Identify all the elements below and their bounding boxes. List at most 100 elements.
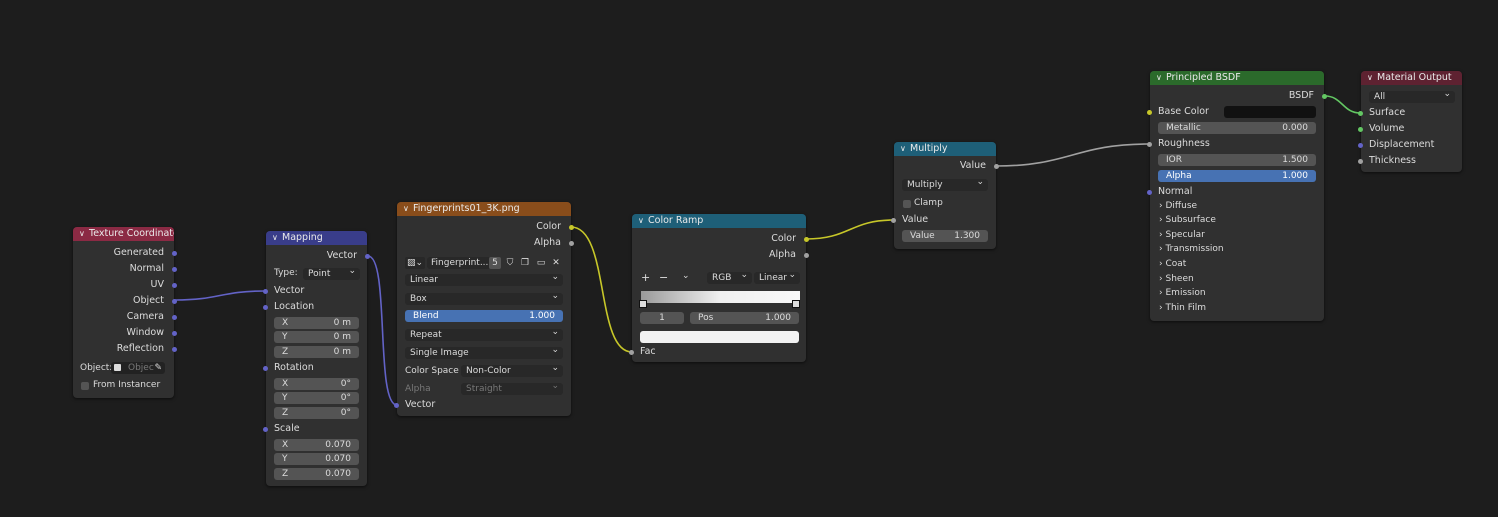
object-picker[interactable]: Objec ✎ <box>111 362 165 374</box>
alpha-field[interactable]: Alpha 1.000 <box>1158 170 1316 182</box>
node-header[interactable]: ∨ Fingerprints01_3K.png <box>397 202 571 216</box>
scale-z-field[interactable]: Z 0.070 <box>274 468 359 480</box>
output-socket[interactable] <box>172 250 177 256</box>
location-y-field[interactable]: Y 0 m <box>274 331 359 343</box>
input-socket[interactable] <box>1358 142 1363 148</box>
input-socket[interactable] <box>1147 141 1152 147</box>
add-stop-button[interactable]: + <box>641 271 650 284</box>
scale-y-field[interactable]: Y 0.070 <box>274 453 359 465</box>
panel-subsurface[interactable]: › Subsurface <box>1159 215 1216 225</box>
target-dropdown[interactable]: All <box>1369 91 1455 103</box>
collapse-chevron-icon[interactable]: ∨ <box>1156 71 1166 85</box>
location-x-field[interactable]: X 0 m <box>274 317 359 329</box>
input-socket[interactable] <box>263 365 268 371</box>
texture-coordinate-node[interactable]: ∨ Texture Coordinate Generated Normal UV … <box>73 227 177 398</box>
eyedropper-icon[interactable]: ✎ <box>154 362 162 374</box>
stop-color-swatch[interactable] <box>640 331 799 343</box>
metallic-field[interactable]: Metallic 0.000 <box>1158 122 1316 134</box>
output-socket[interactable] <box>172 282 177 288</box>
output-socket[interactable] <box>994 163 999 169</box>
blend-field[interactable]: Blend 1.000 <box>405 310 563 322</box>
output-socket[interactable] <box>172 314 177 320</box>
mapping-node[interactable]: ∨Mapping Vector Type: Point Vector Locat… <box>263 231 370 486</box>
input-socket[interactable] <box>1358 158 1363 164</box>
scale-x-field[interactable]: X 0.070 <box>274 439 359 451</box>
input-socket[interactable] <box>891 217 896 223</box>
output-socket[interactable] <box>804 252 809 258</box>
source-dropdown[interactable]: Single Image <box>405 347 563 359</box>
gradient-preview[interactable] <box>641 291 800 303</box>
type-dropdown[interactable]: Point <box>303 268 360 280</box>
duplicate-icon[interactable]: ❐ <box>519 257 531 269</box>
image-name-field[interactable]: Fingerprint... <box>427 257 491 269</box>
output-socket[interactable] <box>1322 93 1327 99</box>
remove-stop-button[interactable]: − <box>659 271 668 284</box>
math-multiply-node[interactable]: ∨Multiply Value Multiply Clamp Value Val… <box>891 142 999 249</box>
output-socket[interactable] <box>172 298 177 304</box>
node-header[interactable]: ∨ Material Output <box>1361 71 1462 85</box>
panel-emission[interactable]: › Emission <box>1159 288 1206 298</box>
node-header[interactable]: ∨ Principled BSDF <box>1150 71 1324 85</box>
open-folder-icon[interactable]: ▭ <box>534 257 548 269</box>
output-socket[interactable] <box>569 224 574 230</box>
stop-index-field[interactable]: 1 <box>640 312 684 324</box>
node-header[interactable]: ∨ Color Ramp <box>632 214 806 228</box>
stop-handle-1[interactable] <box>792 300 800 308</box>
material-output-node[interactable]: ∨Material Output All Surface Volume Disp… <box>1358 71 1462 172</box>
input-socket[interactable] <box>1147 189 1152 195</box>
node-header[interactable]: ∨ Texture Coordinate <box>73 227 174 241</box>
close-icon[interactable]: ✕ <box>550 257 562 269</box>
principled-bsdf-node[interactable]: ∨ Principled BSDF BSDF Base Color Metalli… <box>1147 71 1327 321</box>
input-socket[interactable] <box>263 426 268 432</box>
output-socket[interactable] <box>365 253 370 259</box>
panel-thin-film[interactable]: › Thin Film <box>1159 303 1206 313</box>
input-socket[interactable] <box>394 402 399 408</box>
fake-user-icon[interactable]: ⛉ <box>504 257 516 269</box>
collapse-chevron-icon[interactable]: ∨ <box>638 214 648 228</box>
stop-position-field[interactable]: Pos 1.000 <box>690 312 799 324</box>
input-socket[interactable] <box>1358 126 1363 132</box>
panel-coat[interactable]: › Coat <box>1159 259 1186 269</box>
location-z-field[interactable]: Z 0 m <box>274 346 359 358</box>
output-socket[interactable] <box>569 240 574 246</box>
output-socket[interactable] <box>804 236 809 242</box>
input-socket[interactable] <box>1147 109 1152 115</box>
output-socket[interactable] <box>172 330 177 336</box>
color-space-dropdown[interactable]: Non-Color <box>461 365 563 377</box>
node-header[interactable]: ∨ Mapping <box>266 231 367 245</box>
collapse-chevron-icon[interactable]: ∨ <box>1367 71 1377 85</box>
ramp-interpolation-dropdown[interactable]: Linear <box>754 272 800 284</box>
output-socket[interactable] <box>172 266 177 272</box>
stop-handle-0[interactable] <box>639 300 647 308</box>
clamp-checkbox[interactable] <box>903 200 911 208</box>
panel-specular[interactable]: › Specular <box>1159 230 1205 240</box>
panel-sheen[interactable]: › Sheen <box>1159 274 1194 284</box>
node-header[interactable]: ∨ Multiply <box>894 142 996 156</box>
rotation-z-field[interactable]: Z 0° <box>274 407 359 419</box>
panel-transmission[interactable]: › Transmission <box>1159 244 1224 254</box>
base-color-swatch[interactable] <box>1224 106 1316 118</box>
ior-field[interactable]: IOR 1.500 <box>1158 154 1316 166</box>
image-texture-node[interactable]: ∨ Fingerprints01_3K.png Color Alpha ▨⌄ Fi… <box>394 202 574 416</box>
from-instancer-checkbox[interactable] <box>81 382 89 390</box>
image-browse-icon[interactable]: ▨⌄ <box>405 257 425 269</box>
collapse-chevron-icon[interactable]: ∨ <box>900 142 910 156</box>
interpolation-dropdown[interactable]: Linear <box>405 274 563 286</box>
color-ramp-node[interactable]: ∨Color Ramp Color Alpha + − ⌄ RGB Linear… <box>629 214 809 362</box>
extension-dropdown[interactable]: Repeat <box>405 329 563 341</box>
operation-dropdown[interactable]: Multiply <box>902 179 988 191</box>
color-mode-dropdown[interactable]: RGB <box>707 272 752 284</box>
input-socket[interactable] <box>263 288 268 294</box>
collapse-chevron-icon[interactable]: ∨ <box>79 227 89 241</box>
rotation-y-field[interactable]: Y 0° <box>274 392 359 404</box>
input-socket[interactable] <box>629 349 634 355</box>
rotation-x-field[interactable]: X 0° <box>274 378 359 390</box>
collapse-chevron-icon[interactable]: ∨ <box>272 231 282 245</box>
panel-diffuse[interactable]: › Diffuse <box>1159 201 1197 211</box>
ramp-menu-chevron-icon[interactable]: ⌄ <box>682 271 690 281</box>
collapse-chevron-icon[interactable]: ∨ <box>403 202 413 216</box>
input-socket[interactable] <box>263 304 268 310</box>
projection-dropdown[interactable]: Box <box>405 293 563 305</box>
input-socket[interactable] <box>1358 110 1363 116</box>
output-socket[interactable] <box>172 346 177 352</box>
